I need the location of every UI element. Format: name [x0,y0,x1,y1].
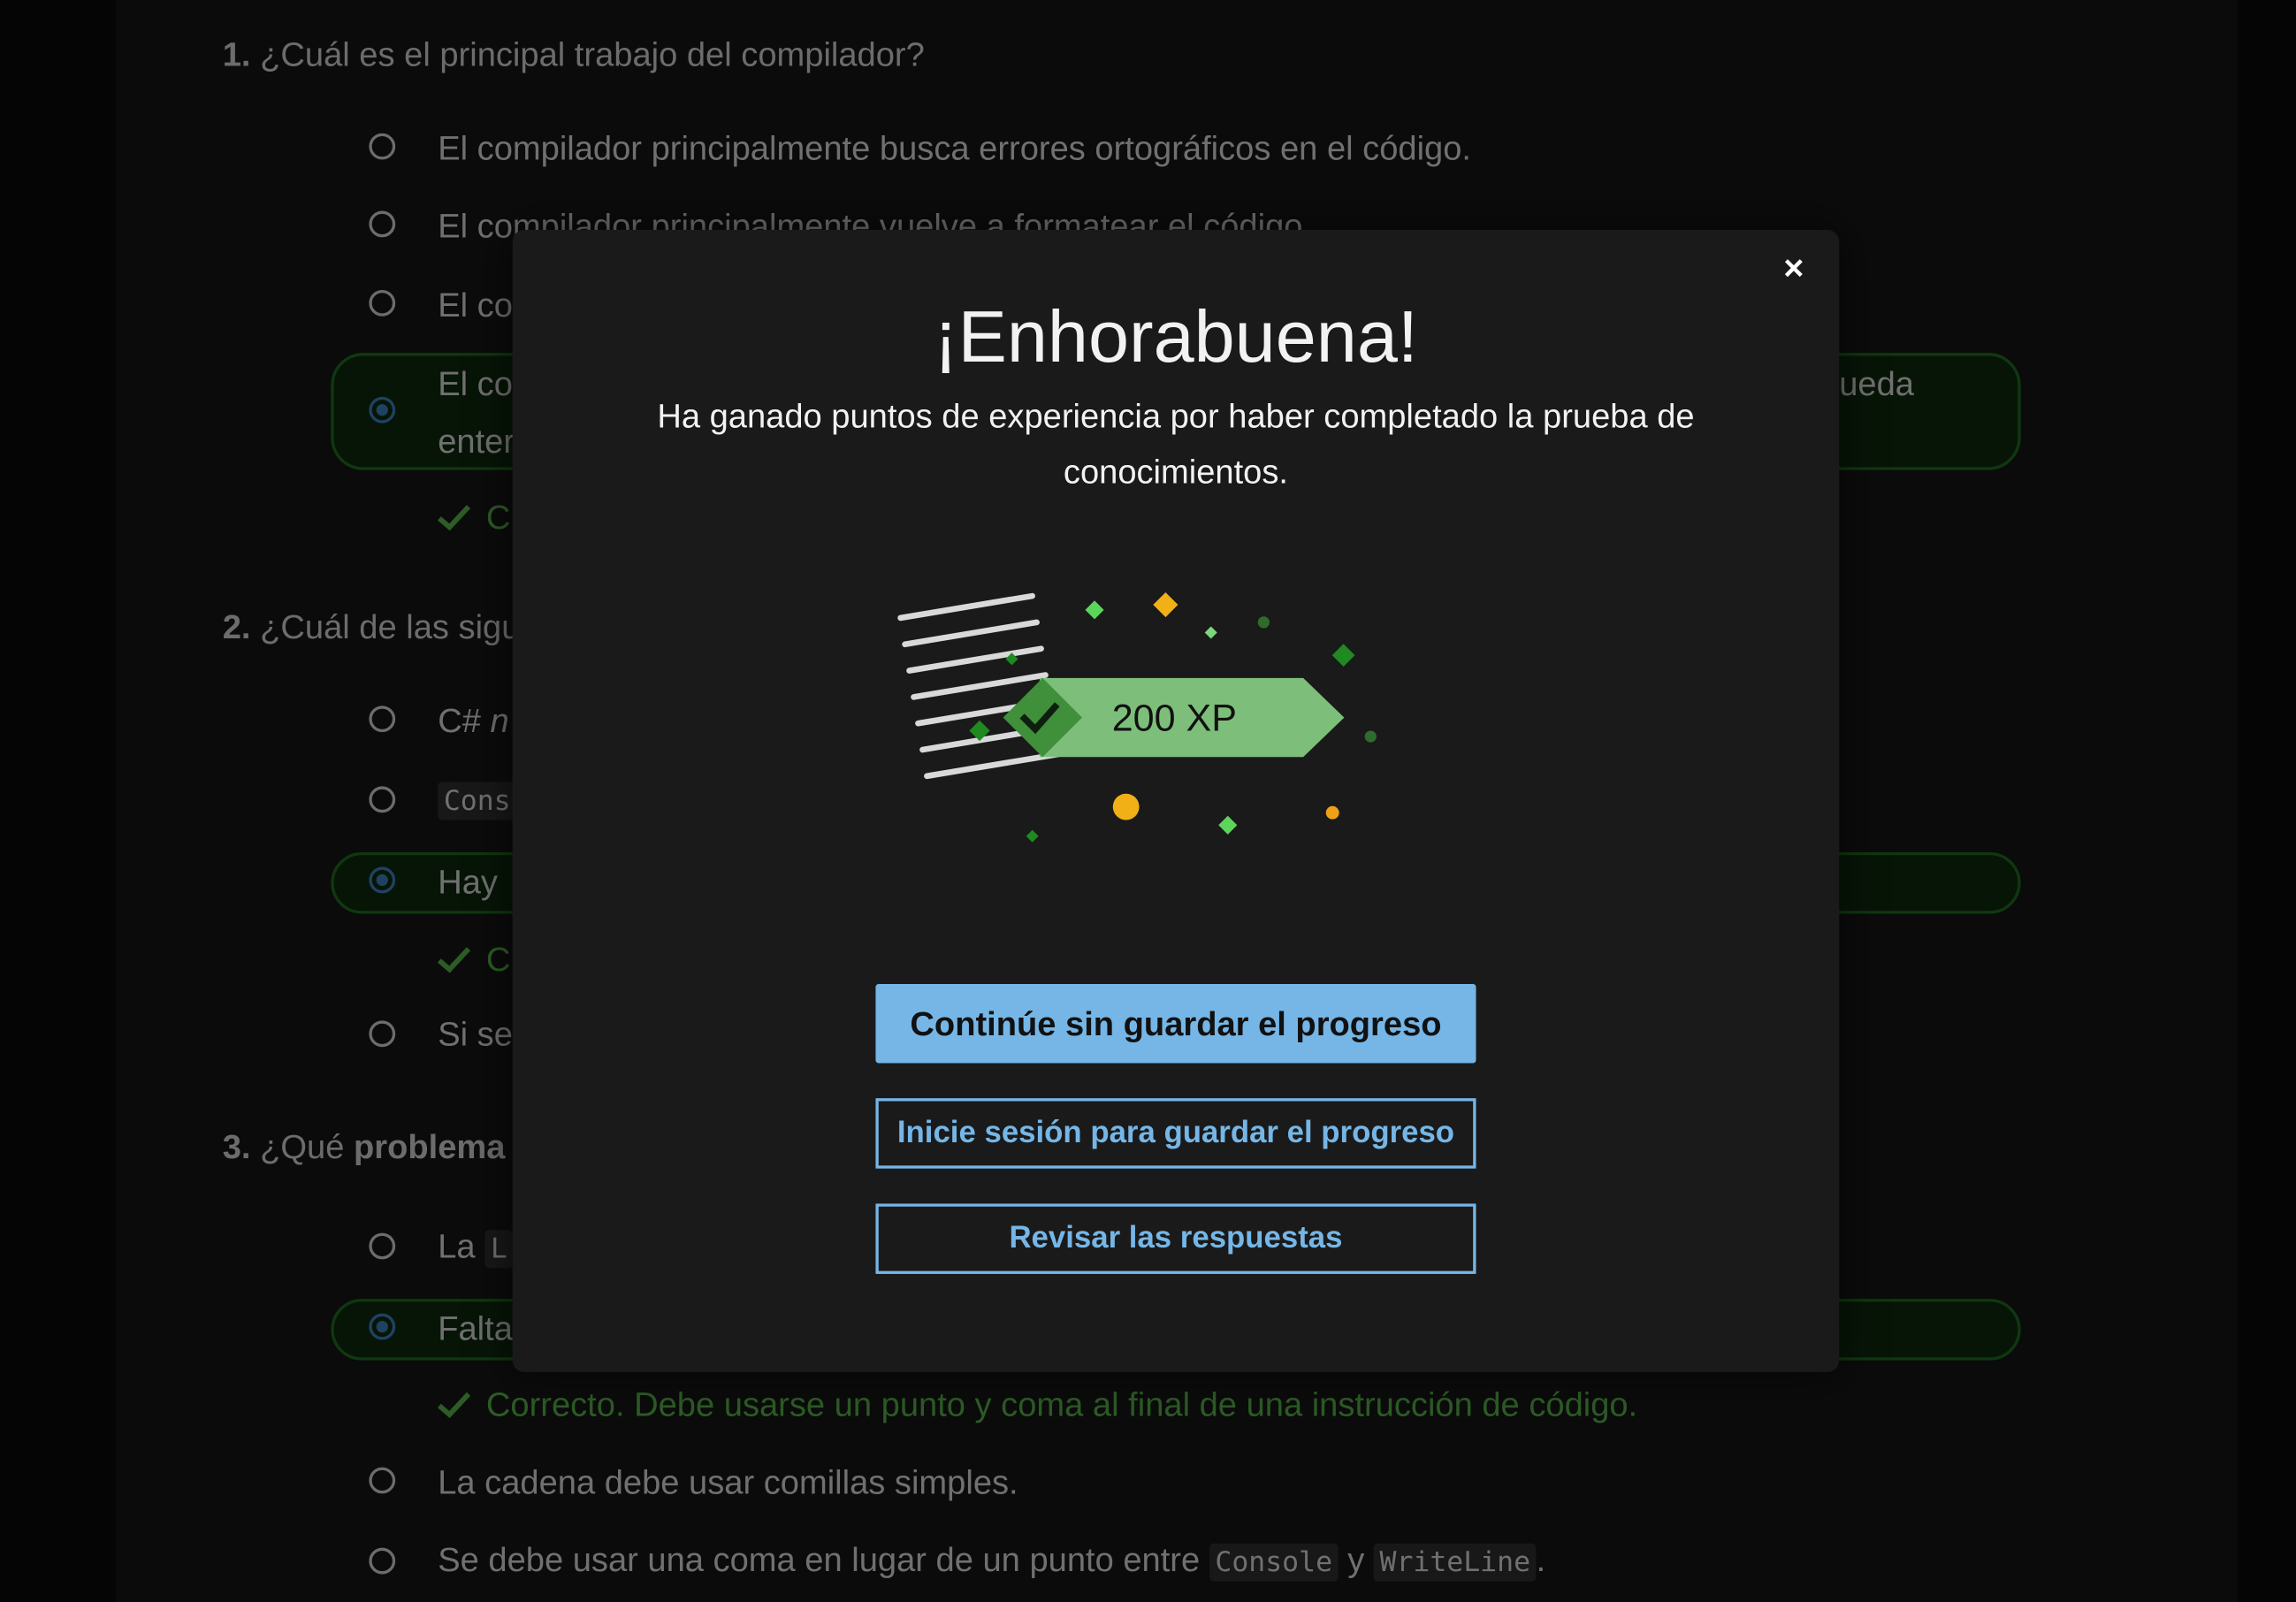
dialog-title: ¡Enhorabuena! [934,295,1418,378]
xp-amount: 200 XP [1112,697,1237,739]
review-answers-button[interactable]: Revisar las respuestas [875,1203,1476,1274]
page: 1. ¿Cuál es el principal trabajo del com… [0,0,2296,1602]
continue-without-saving-button[interactable]: Continúe sin guardar el progreso [875,984,1476,1064]
sign-in-to-save-button[interactable]: Inicie sesión para guardar el progreso [875,1098,1476,1169]
close-icon: × [1783,248,1804,289]
xp-celebration-illustration: 200 XP [897,591,1377,843]
congrats-dialog: × ¡Enhorabuena! Ha ganado puntos de expe… [512,230,1840,1372]
close-button[interactable]: × [1774,248,1812,289]
stage: 1. ¿Cuál es el principal trabajo del com… [0,0,2296,1602]
dialog-message: Ha ganado puntos de experiencia por habe… [657,396,1695,491]
